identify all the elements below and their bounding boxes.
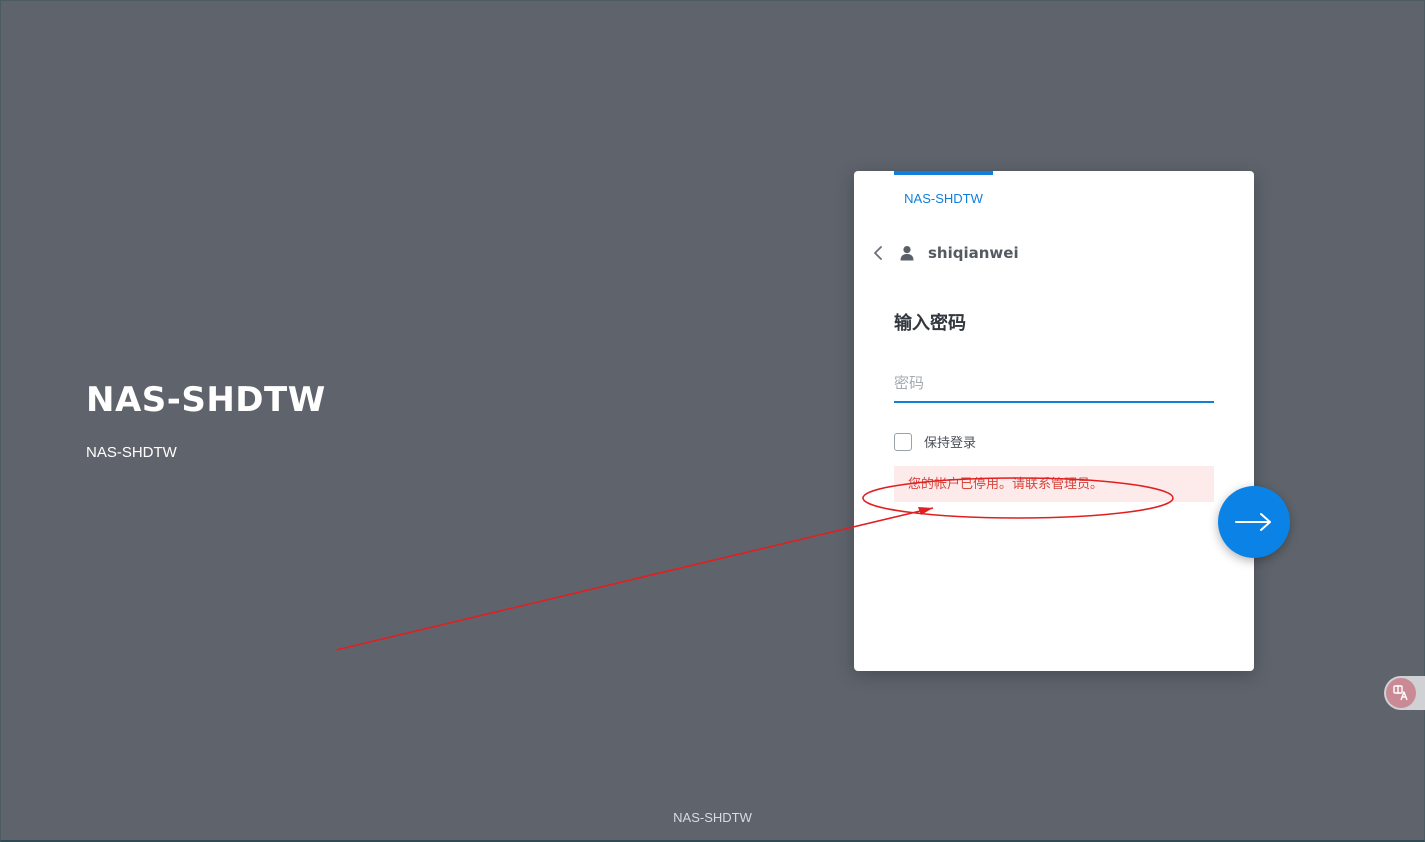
login-submit-button[interactable] bbox=[1218, 486, 1290, 558]
user-icon bbox=[899, 245, 915, 261]
username-label: shiqianwei bbox=[928, 244, 1019, 262]
password-input[interactable] bbox=[894, 365, 1214, 403]
brand-title: NAS-SHDTW bbox=[86, 380, 326, 420]
active-tab-indicator bbox=[894, 171, 993, 175]
error-message: 您的帐户已停用。请联系管理员。 bbox=[894, 466, 1214, 502]
brand-subtitle: NAS-SHDTW bbox=[86, 444, 177, 461]
annotation-arrow-line bbox=[335, 507, 934, 651]
remember-me-checkbox[interactable] bbox=[894, 432, 912, 451]
login-card: NAS-SHDTW shiqianwei 输入密码 保持登录 您的帐户已停用。请… bbox=[854, 171, 1254, 671]
chevron-left-icon[interactable] bbox=[870, 245, 886, 261]
remember-me-label[interactable]: 保持登录 bbox=[924, 432, 976, 451]
arrow-right-icon bbox=[1235, 513, 1271, 531]
translate-icon bbox=[1386, 678, 1416, 708]
password-heading: 输入密码 bbox=[894, 313, 966, 333]
user-row: shiqianwei bbox=[870, 241, 1019, 265]
tab-server-name[interactable]: NAS-SHDTW bbox=[894, 191, 993, 206]
translate-widget[interactable] bbox=[1384, 676, 1425, 710]
remember-me-row: 保持登录 bbox=[894, 432, 976, 451]
footer-text: NAS-SHDTW bbox=[673, 810, 752, 825]
